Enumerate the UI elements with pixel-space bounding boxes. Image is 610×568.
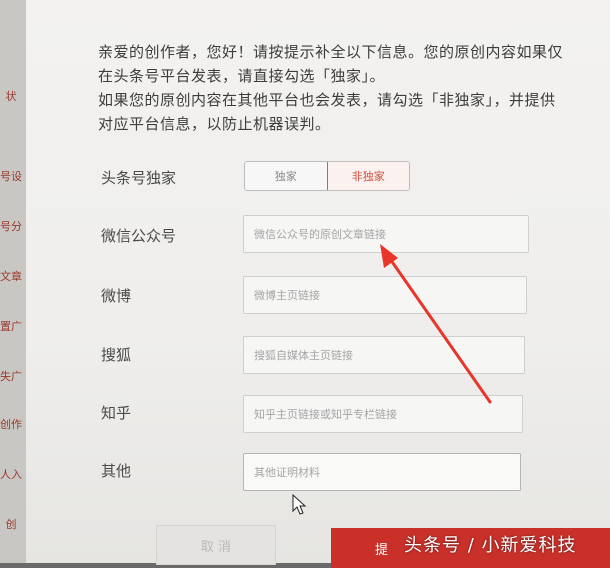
mouse-pointer-icon bbox=[292, 494, 307, 515]
annotation-arrow-icon bbox=[380, 244, 492, 404]
watermark: 头条号 / 小新爱科技 bbox=[404, 535, 577, 556]
